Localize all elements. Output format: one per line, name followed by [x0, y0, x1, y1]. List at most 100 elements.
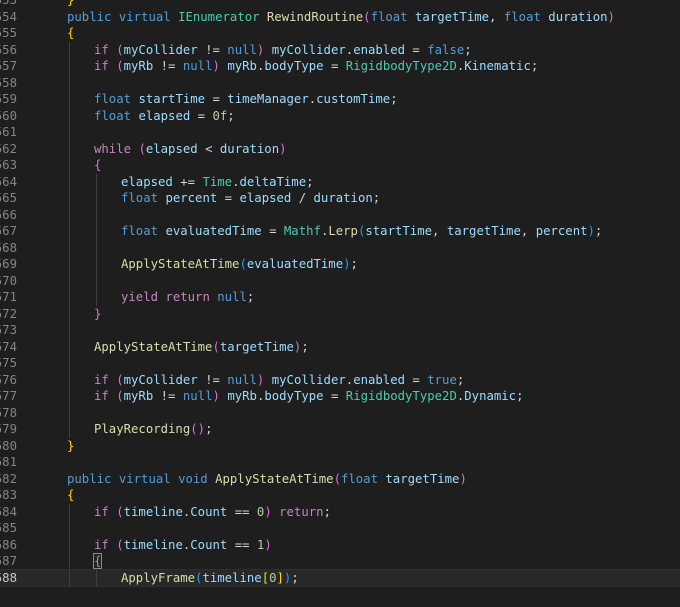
- code-line[interactable]: 557 if (myRb != null) myRb.bodyType = Rig…: [0, 58, 680, 75]
- code-token: public: [67, 9, 112, 24]
- code-token: customTime: [316, 92, 391, 106]
- code-text: ApplyFrame(timeline[0]);: [121, 570, 299, 587]
- code-token: myRb: [227, 389, 257, 403]
- code-line[interactable]: 563 {: [0, 157, 680, 174]
- code-token: elapsed: [239, 191, 292, 205]
- code-token: targetTime: [415, 9, 490, 24]
- code-token: bodyType: [264, 59, 324, 73]
- code-line[interactable]: 571 yield return null;: [0, 289, 680, 306]
- code-token: myCollider: [271, 42, 346, 57]
- code-token: =: [205, 92, 228, 106]
- code-token: null: [227, 42, 257, 57]
- code-line[interactable]: 580}: [0, 438, 680, 455]
- code-line[interactable]: 577 if (myRb != null) myRb.bodyType = Rig…: [0, 388, 680, 405]
- code-line[interactable]: 573: [0, 322, 680, 339]
- code-line[interactable]: 584 if (timeline.Count == 0) return;: [0, 503, 680, 520]
- code-line[interactable]: 567 float evaluatedTime = Mathf.Lerp(star…: [0, 223, 680, 240]
- code-token: !=: [197, 372, 228, 387]
- code-token: !=: [197, 42, 228, 57]
- line-number: 587: [0, 554, 17, 568]
- code-token: ): [212, 389, 220, 403]
- code-line[interactable]: 587 {: [0, 553, 680, 570]
- code-token: ): [607, 9, 615, 24]
- code-line[interactable]: 570: [0, 272, 680, 289]
- indent-guide: [69, 140, 70, 157]
- code-token: targetTime: [219, 339, 294, 354]
- code-editor[interactable]: 553}554public virtual IEnumerator Rewind…: [0, 0, 680, 587]
- code-token: float: [370, 9, 408, 24]
- code-line[interactable]: 553}: [0, 0, 680, 9]
- code-token: myCollider: [123, 372, 198, 387]
- code-line[interactable]: 579 PlayRecording();: [0, 421, 680, 438]
- code-line[interactable]: 586 if (timeline.Count == 1): [0, 536, 680, 553]
- code-line[interactable]: 575: [0, 355, 680, 372]
- code-token: null: [182, 59, 213, 73]
- code-token: ;: [350, 257, 358, 271]
- code-token: ;: [530, 59, 539, 73]
- code-token: public: [67, 471, 112, 486]
- code-token: ): [212, 59, 220, 73]
- indent-guide: [96, 289, 97, 306]
- code-text: }: [67, 438, 74, 455]
- code-line[interactable]: 578: [0, 404, 680, 421]
- code-token: ;: [301, 339, 309, 354]
- code-line[interactable]: 565 float percent = elapsed / duration;: [0, 190, 680, 207]
- code-token: 0: [269, 570, 277, 585]
- code-text: public virtual IEnumerator RewindRoutine…: [67, 9, 615, 26]
- code-line[interactable]: 559 float startTime = timeManager.customT…: [0, 91, 680, 108]
- line-number: 582: [0, 471, 17, 486]
- code-token: myRb: [123, 59, 154, 73]
- code-line[interactable]: 561: [0, 124, 680, 141]
- code-token: (: [116, 537, 124, 552]
- code-token: Mathf: [283, 224, 321, 238]
- code-text: if (myRb != null) myRb.bodyType = Rigidb…: [94, 58, 538, 75]
- code-token: return: [165, 290, 210, 304]
- code-line[interactable]: 562 while (elapsed < duration): [0, 140, 680, 157]
- indent-guide: [69, 206, 70, 223]
- code-line[interactable]: 583 {: [0, 487, 680, 504]
- code-line[interactable]: 555 {: [0, 25, 680, 42]
- code-token: float: [340, 471, 378, 486]
- code-line[interactable]: 585: [0, 520, 680, 537]
- code-line[interactable]: 588 ApplyFrame(timeline[0]);: [0, 568, 680, 587]
- code-token: if: [94, 59, 109, 73]
- code-token: timeline: [123, 537, 183, 552]
- code-token: duration: [313, 191, 373, 205]
- code-line[interactable]: 566: [0, 206, 680, 223]
- code-token: (: [333, 471, 341, 486]
- code-text: if (myRb != null) myRb.bodyType = Rigidb…: [94, 388, 524, 405]
- code-line[interactable]: 558: [0, 74, 680, 91]
- code-token: ;: [306, 174, 314, 189]
- code-token: while: [94, 141, 132, 156]
- code-token: Count: [190, 504, 228, 519]
- code-line[interactable]: 582 public virtual void ApplyStateAtTime(…: [0, 471, 680, 488]
- code-line[interactable]: 574 ApplyStateAtTime(targetTime);: [0, 338, 680, 355]
- code-line[interactable]: 568: [0, 239, 680, 256]
- code-line[interactable]: 564 elapsed += Time.deltaTime;: [0, 173, 680, 190]
- code-token: RewindRoutine: [266, 9, 364, 24]
- code-token: myRb: [123, 389, 154, 403]
- line-number: 588: [0, 570, 17, 585]
- code-line[interactable]: 581: [0, 454, 680, 471]
- code-token: {: [67, 488, 75, 502]
- code-line[interactable]: 560 float elapsed = 0f;: [0, 107, 680, 124]
- code-token: [: [261, 570, 270, 585]
- code-line[interactable]: 576 if (myCollider != null) myCollider.en…: [0, 371, 680, 388]
- code-token: (: [116, 372, 124, 387]
- indent-guide: [69, 124, 70, 141]
- code-token: RigidbodyType2D: [345, 59, 457, 73]
- code-line[interactable]: 569 ApplyStateAtTime(evaluatedTime);: [0, 256, 680, 273]
- code-line[interactable]: 572}: [0, 305, 680, 322]
- code-token: elapsed: [138, 108, 191, 123]
- code-token: true: [427, 372, 457, 387]
- line-number: 558: [0, 75, 17, 90]
- code-token: ;: [291, 570, 299, 585]
- code-line[interactable]: 554 public virtual IEnumerator RewindRout…: [0, 9, 680, 26]
- line-number: 583: [0, 488, 17, 502]
- code-line[interactable]: 556 if (myCollider != null) myCollider.en…: [0, 41, 680, 58]
- indent-guide: [69, 239, 70, 256]
- code-token: ==: [227, 537, 257, 552]
- code-token: percent: [535, 224, 588, 238]
